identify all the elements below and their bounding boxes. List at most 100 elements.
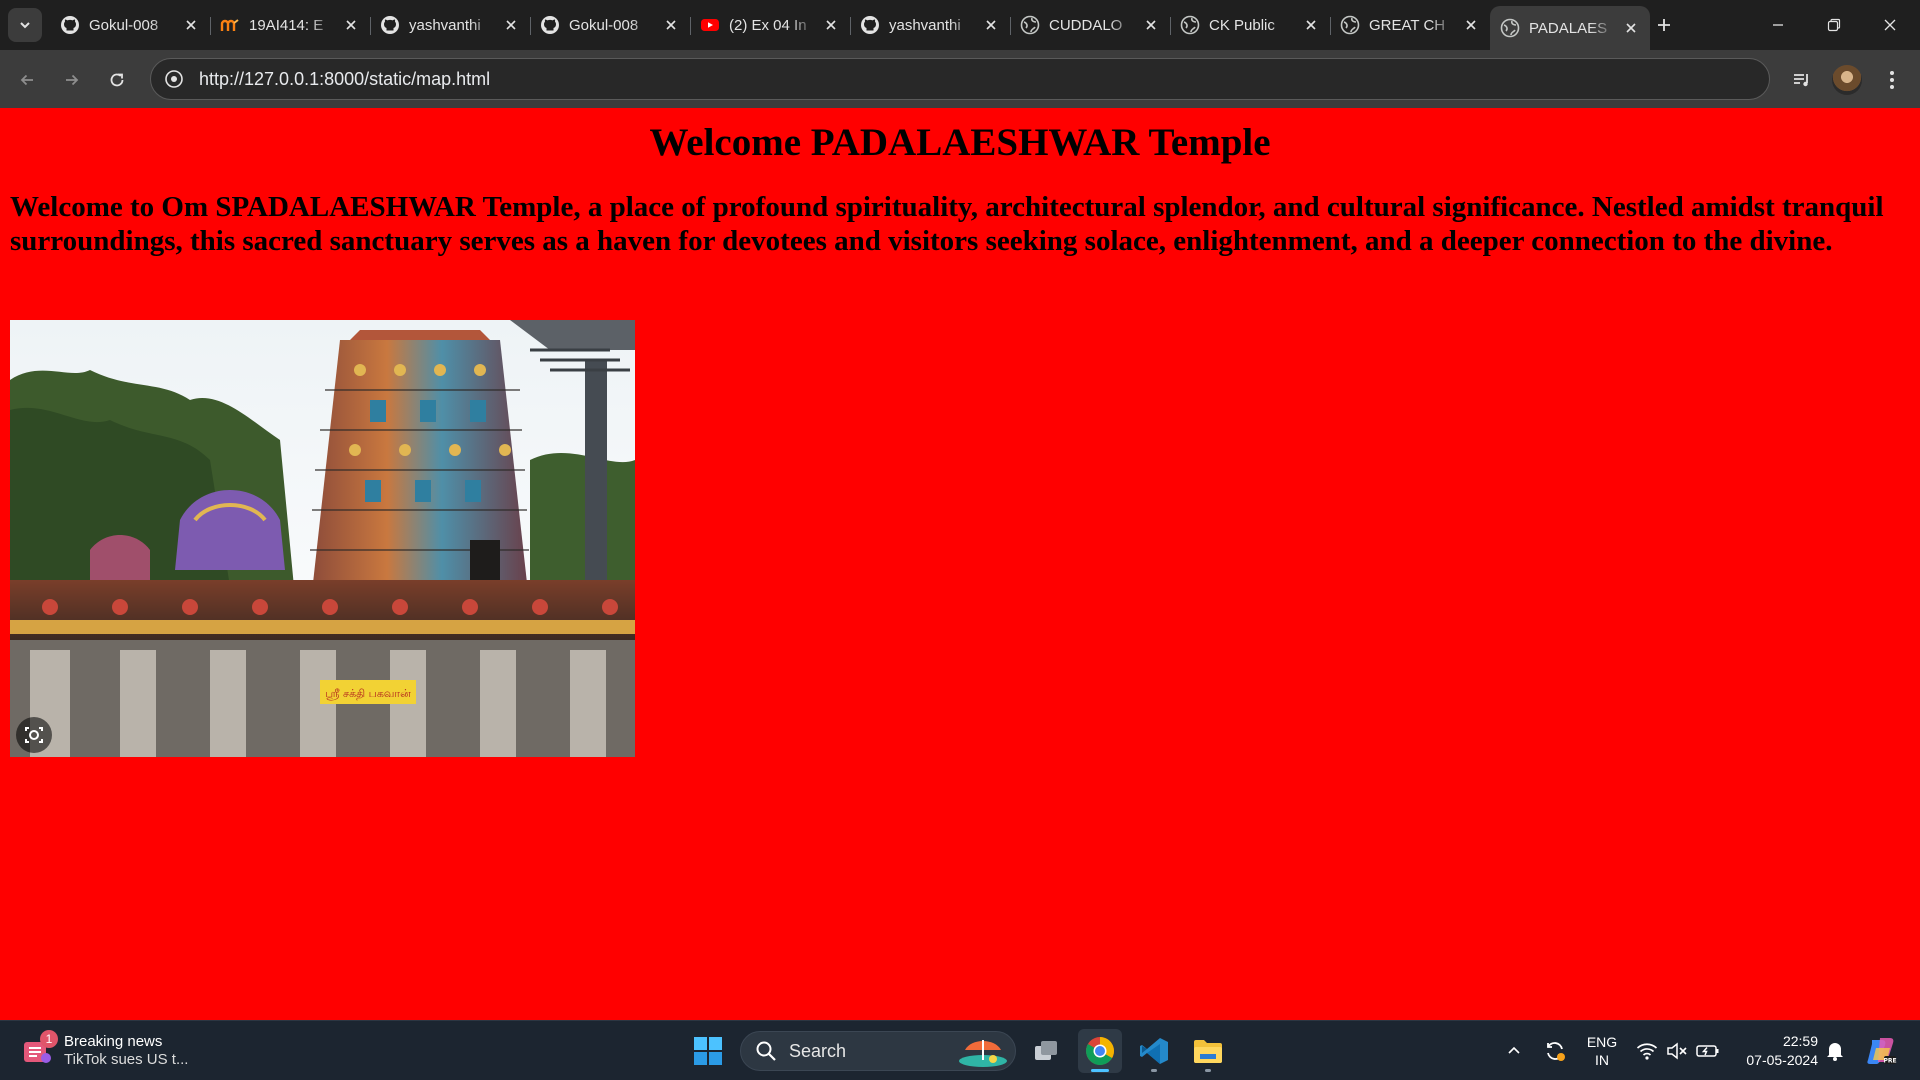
- tab[interactable]: GREAT CH: [1330, 6, 1490, 44]
- copilot-button[interactable]: PRE: [1862, 1031, 1900, 1071]
- tab-list: Gokul-008 19AI414: E yashvanthi Gokul-00…: [50, 6, 1650, 50]
- close-tab-icon[interactable]: [822, 16, 840, 34]
- back-button[interactable]: [10, 63, 44, 97]
- url-input[interactable]: [199, 68, 1769, 90]
- taskbar-chrome[interactable]: [1078, 1029, 1122, 1073]
- minimize-icon: [1773, 24, 1783, 26]
- running-indicator: [1205, 1069, 1211, 1072]
- wifi-icon: [1636, 1043, 1658, 1060]
- browser-menu-button[interactable]: [1875, 63, 1909, 97]
- tab-title: GREAT CH: [1369, 16, 1446, 34]
- language-indicator[interactable]: ENG IN: [1580, 1031, 1624, 1071]
- windows-logo-icon: [694, 1037, 722, 1065]
- tab-title: (2) Ex 04 In: [729, 16, 807, 34]
- profile-button[interactable]: [1830, 63, 1864, 97]
- tab[interactable]: yashvanthi: [370, 6, 531, 44]
- tab[interactable]: Gokul-008: [50, 6, 211, 44]
- tab[interactable]: Gokul-008: [530, 6, 691, 44]
- clock[interactable]: 22:59 07-05-2024: [1732, 1031, 1818, 1071]
- google-lens-button[interactable]: [16, 717, 52, 753]
- camera-search-icon: [25, 727, 43, 743]
- chevron-up-icon: [1508, 1046, 1520, 1054]
- close-tab-icon[interactable]: [502, 16, 520, 34]
- chevron-down-icon: [20, 22, 30, 29]
- taskbar-vscode[interactable]: [1132, 1029, 1176, 1073]
- battery-status[interactable]: [1694, 1031, 1722, 1071]
- language-code: ENG: [1586, 1034, 1618, 1050]
- folder-icon: [1194, 1040, 1222, 1063]
- github-icon: [540, 15, 560, 35]
- close-tab-icon[interactable]: [342, 16, 360, 34]
- chrome-icon: [1086, 1037, 1114, 1065]
- clock-time: 22:59: [1782, 1033, 1818, 1049]
- reload-button[interactable]: [100, 63, 134, 97]
- browser-toolbar: [0, 50, 1920, 108]
- globe-icon: [1020, 15, 1040, 35]
- news-widget[interactable]: 1 Breaking news TikTok sues US t...: [22, 1030, 188, 1071]
- notifications-button[interactable]: [1822, 1031, 1848, 1071]
- taskbar-search[interactable]: Search: [740, 1031, 1016, 1071]
- task-view-icon: [1035, 1041, 1057, 1060]
- temple-image: ஸ்ரீ சக்தி பகவான்: [10, 320, 635, 757]
- tab-title: Gokul-008: [569, 16, 639, 34]
- close-tab-icon[interactable]: [662, 16, 680, 34]
- volume-muted-icon: [1667, 1042, 1687, 1060]
- search-label: Search: [789, 1040, 847, 1061]
- volume-status[interactable]: [1664, 1031, 1690, 1071]
- show-hidden-icons[interactable]: [1500, 1031, 1528, 1071]
- running-indicator: [1151, 1069, 1157, 1072]
- globe-icon: [1180, 15, 1200, 35]
- tab-search-button[interactable]: [8, 8, 42, 42]
- vscode-icon: [1140, 1038, 1168, 1064]
- close-tab-icon[interactable]: [1302, 16, 1320, 34]
- github-icon: [60, 15, 80, 35]
- windows-taskbar: 1 Breaking news TikTok sues US t... Sear…: [0, 1020, 1920, 1080]
- sync-tray-button[interactable]: [1538, 1031, 1572, 1071]
- restore-button[interactable]: [1806, 0, 1862, 50]
- tab-title: Gokul-008: [89, 16, 159, 34]
- tab[interactable]: yashvanthi: [850, 6, 1011, 44]
- tab[interactable]: 19AI414: E: [210, 6, 371, 44]
- tab-title: yashvanthi: [409, 16, 481, 34]
- tab-active[interactable]: PADALAES: [1490, 6, 1650, 50]
- bell-icon: [1827, 1043, 1843, 1061]
- tab-title: CK Public: [1209, 16, 1275, 34]
- close-tab-icon[interactable]: [982, 16, 1000, 34]
- reading-list-button[interactable]: [1785, 63, 1819, 97]
- tab[interactable]: CK Public: [1170, 6, 1331, 44]
- temple-photo: ஸ்ரீ சக்தி பகவான்: [10, 320, 635, 757]
- tab[interactable]: CUDDALO: [1010, 6, 1171, 44]
- clock-date: 07-05-2024: [1746, 1052, 1818, 1068]
- github-icon: [380, 15, 400, 35]
- taskbar-task-view[interactable]: [1024, 1029, 1068, 1073]
- site-info-icon[interactable]: [163, 68, 185, 90]
- tab-strip: Gokul-008 19AI414: E yashvanthi Gokul-00…: [0, 0, 1920, 50]
- tab-title: yashvanthi: [889, 16, 961, 34]
- taskbar-file-explorer[interactable]: [1186, 1029, 1230, 1073]
- close-tab-icon[interactable]: [1462, 16, 1480, 34]
- github-icon: [860, 15, 880, 35]
- close-window-button[interactable]: [1862, 0, 1918, 50]
- close-tab-icon[interactable]: [1622, 19, 1640, 37]
- media-queue-icon: [1794, 74, 1808, 87]
- sync-icon: [1547, 1042, 1565, 1061]
- wifi-status[interactable]: [1634, 1031, 1660, 1071]
- region-code: IN: [1595, 1052, 1609, 1068]
- avatar: [1832, 65, 1862, 95]
- close-tab-icon[interactable]: [182, 16, 200, 34]
- start-button[interactable]: [686, 1029, 730, 1073]
- arrow-right-icon: [66, 74, 79, 86]
- arrow-left-icon: [20, 74, 33, 86]
- search-icon: [756, 1041, 776, 1061]
- tab[interactable]: (2) Ex 04 In: [690, 6, 851, 44]
- forward-button[interactable]: [55, 63, 89, 97]
- plus-icon: [1658, 19, 1670, 31]
- new-tab-button[interactable]: [1650, 11, 1678, 39]
- page-heading: Welcome PADALAESHWAR Temple: [649, 121, 1271, 164]
- address-bar[interactable]: [150, 58, 1770, 100]
- copilot-icon: PRE: [1867, 1038, 1897, 1065]
- close-tab-icon[interactable]: [1142, 16, 1160, 34]
- minimize-button[interactable]: [1750, 0, 1806, 50]
- search-highlight-icon: [959, 1040, 1007, 1067]
- youtube-icon: [700, 15, 720, 35]
